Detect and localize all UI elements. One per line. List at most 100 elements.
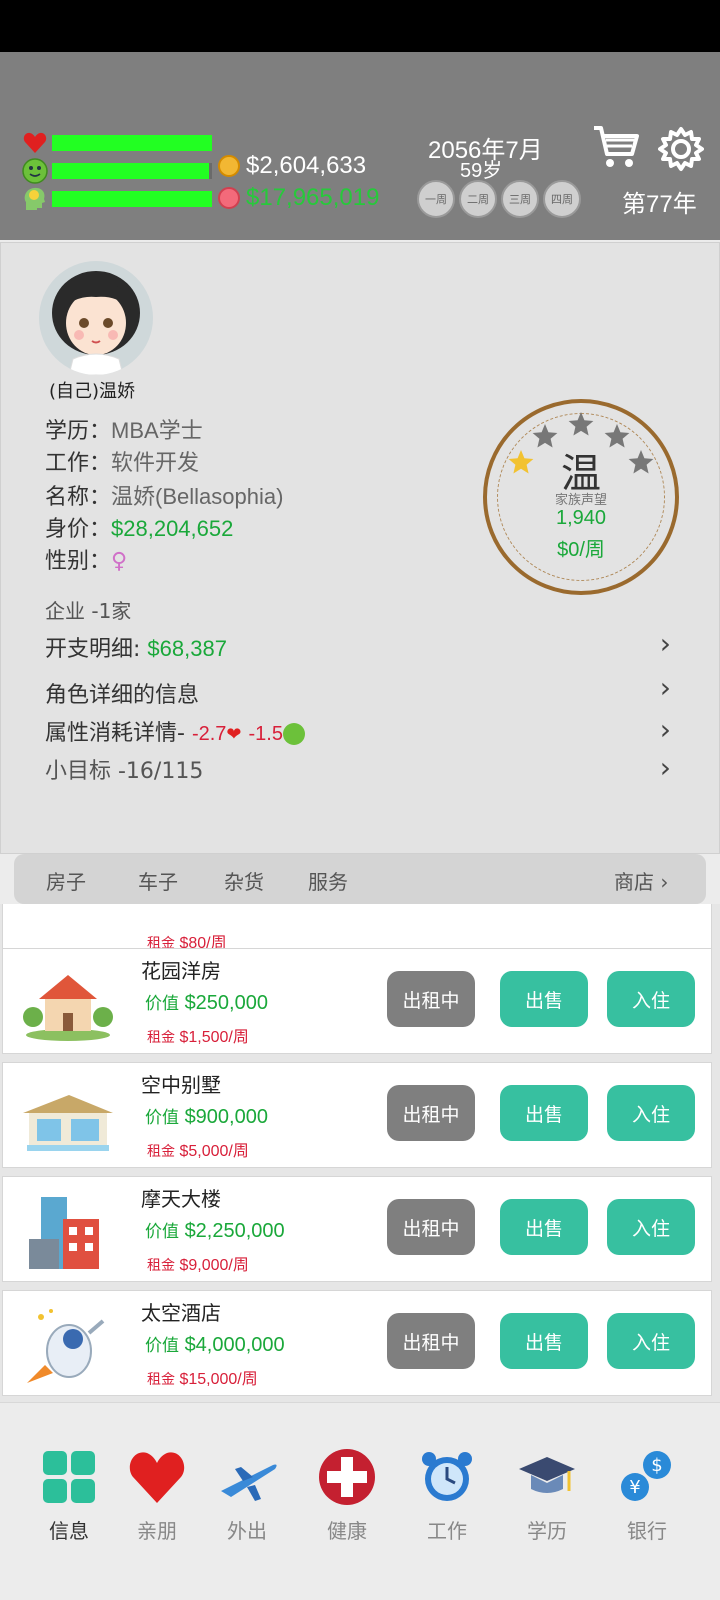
nav-work[interactable]: 工作	[402, 1447, 492, 1544]
week-3-button[interactable]: 三周	[501, 180, 539, 218]
property-value: 价值 $2,250,000	[145, 1220, 285, 1242]
company-row[interactable]: 企业 -1家	[45, 595, 131, 624]
property-list[interactable]: 租金 $80/周 花园洋房 价值 $250,000 租金 $1,500/周 出租…	[0, 904, 720, 1402]
goal-chevron-icon[interactable]: ›	[660, 751, 671, 784]
tab-car[interactable]: 车子	[138, 866, 178, 895]
gender-row: 性别：♀	[45, 543, 127, 575]
goal-row[interactable]: 小目标 -16/115	[45, 753, 203, 785]
female-icon: ♀	[111, 549, 128, 574]
details-row[interactable]: 角色详细的信息	[45, 677, 199, 709]
reputation-badge[interactable]: 温 家族声望 1,940 $0/周	[483, 399, 679, 595]
space-hotel-image	[27, 1309, 105, 1383]
coin-icon	[218, 155, 240, 177]
nav-health[interactable]: 健康	[302, 1447, 392, 1544]
tab-house[interactable]: 房子	[46, 866, 86, 895]
renting-button[interactable]: 出租中	[387, 1199, 475, 1255]
alarm-clock-icon	[422, 1452, 472, 1501]
list-item: 空中别墅 价值 $900,000 租金 $5,000/周 出租中 出售 入住	[2, 1062, 712, 1168]
smart-bar	[52, 191, 212, 207]
svg-text:¥: ¥	[629, 1477, 640, 1498]
assets-display: $17,965,019	[218, 184, 379, 212]
education-value: MBA学士	[111, 418, 203, 443]
grid-icon	[43, 1451, 95, 1503]
renting-button[interactable]: 出租中	[387, 1313, 475, 1369]
cash-display: $2,604,633	[218, 152, 366, 180]
status-bar	[0, 0, 720, 52]
currency-exchange-icon: $¥	[621, 1451, 671, 1501]
reputation-rate: $0/周	[557, 539, 605, 561]
move-in-button[interactable]: 入住	[607, 1199, 695, 1255]
medical-cross-icon	[319, 1449, 375, 1505]
bottom-nav: 信息 亲朋 外出 健康 工作 学历 $ ¥ 银行	[0, 1402, 720, 1600]
expense-row[interactable]: 开支明细: $68,387	[45, 631, 227, 663]
nav-label: 外出	[227, 1519, 267, 1543]
property-name: 太空酒店	[141, 1301, 221, 1325]
education-label: 学历：	[45, 419, 112, 444]
garden-house-image	[23, 975, 113, 1041]
gender-label: 性别：	[45, 549, 112, 574]
age-label: 59岁	[460, 160, 503, 182]
avatar[interactable]	[39, 261, 153, 375]
nav-outing[interactable]: 外出	[202, 1447, 292, 1544]
nav-bank[interactable]: $ ¥ 银行	[602, 1447, 692, 1544]
expense-value: $68,387	[147, 636, 227, 661]
piggy-icon	[218, 187, 240, 209]
nav-label: 健康	[327, 1519, 367, 1543]
avatar-label: (自己)温娇	[49, 381, 136, 402]
property-value: 价值 $4,000,000	[145, 1334, 285, 1356]
health-bar-row	[22, 130, 212, 156]
happiness-bar	[52, 163, 212, 179]
svg-text:$: $	[651, 1455, 662, 1476]
heart-icon	[22, 130, 48, 156]
worth-value: $28,204,652	[111, 516, 234, 541]
settings-gear-icon[interactable]	[658, 126, 704, 172]
graduation-cap-icon	[519, 1457, 575, 1493]
star-empty-icon	[568, 412, 594, 436]
consume-chevron-icon[interactable]: ›	[660, 713, 671, 746]
list-item: 摩天大楼 价值 $2,250,000 租金 $9,000/周 出租中 出售 入住	[2, 1176, 712, 1282]
airplane-icon	[221, 1464, 277, 1501]
smart-bar-row	[22, 186, 212, 212]
name-row: 名称：温娇(Bellasophia)	[45, 479, 283, 511]
education-row: 学历：MBA学士	[45, 413, 203, 445]
tab-groceries[interactable]: 杂货	[224, 866, 264, 895]
details-chevron-icon[interactable]: ›	[660, 671, 671, 704]
nav-label: 亲朋	[137, 1519, 177, 1543]
nav-info[interactable]: 信息	[24, 1447, 114, 1544]
cart-icon[interactable]	[592, 124, 640, 172]
top-bar: $2,604,633 $17,965,019 2056年7月 59岁 一周 二周…	[0, 52, 720, 240]
renting-button[interactable]: 出租中	[387, 1085, 475, 1141]
skyscraper-image	[29, 1197, 99, 1269]
sell-button[interactable]: 出售	[500, 1313, 588, 1369]
week-2-button[interactable]: 二周	[459, 180, 497, 218]
consume-health-value: -2.7	[191, 723, 227, 745]
nav-education[interactable]: 学历	[502, 1447, 592, 1544]
list-item: 太空酒店 价值 $4,000,000 租金 $15,000/周 出租中 出售 入…	[2, 1290, 712, 1396]
sell-button[interactable]: 出售	[500, 1085, 588, 1141]
name-value: 温娇(Bellasophia)	[111, 484, 284, 509]
week-4-button[interactable]: 四周	[543, 180, 581, 218]
renting-button[interactable]: 出租中	[387, 971, 475, 1027]
sell-button[interactable]: 出售	[500, 1199, 588, 1255]
nav-friends[interactable]: 亲朋	[112, 1447, 202, 1544]
expense-chevron-icon[interactable]: ›	[660, 627, 671, 660]
consume-row[interactable]: 属性消耗详情- -2.7❤ -1.5	[45, 715, 305, 747]
heart-icon: ❤	[226, 724, 242, 745]
move-in-button[interactable]: 入住	[607, 1085, 695, 1141]
week-selector: 一周 二周 三周 四周	[417, 180, 581, 218]
smiley-icon	[282, 723, 305, 745]
tab-shop[interactable]: 商店 ›	[614, 866, 668, 895]
week-1-button[interactable]: 一周	[417, 180, 455, 218]
nav-label: 银行	[627, 1519, 667, 1543]
nav-label: 学历	[527, 1519, 567, 1543]
move-in-button[interactable]: 入住	[607, 971, 695, 1027]
sell-button[interactable]: 出售	[500, 971, 588, 1027]
move-in-button[interactable]: 入住	[607, 1313, 695, 1369]
consume-happy-value: -1.5	[248, 723, 283, 745]
tab-service[interactable]: 服务	[308, 866, 348, 895]
job-label: 工作：	[45, 451, 112, 476]
sky-villa-image	[23, 1095, 113, 1151]
worth-row: 身价：$28,204,652	[45, 511, 233, 543]
nav-label: 信息	[49, 1519, 89, 1543]
category-tabs: 房子 车子 杂货 服务 商店 ›	[14, 854, 706, 904]
